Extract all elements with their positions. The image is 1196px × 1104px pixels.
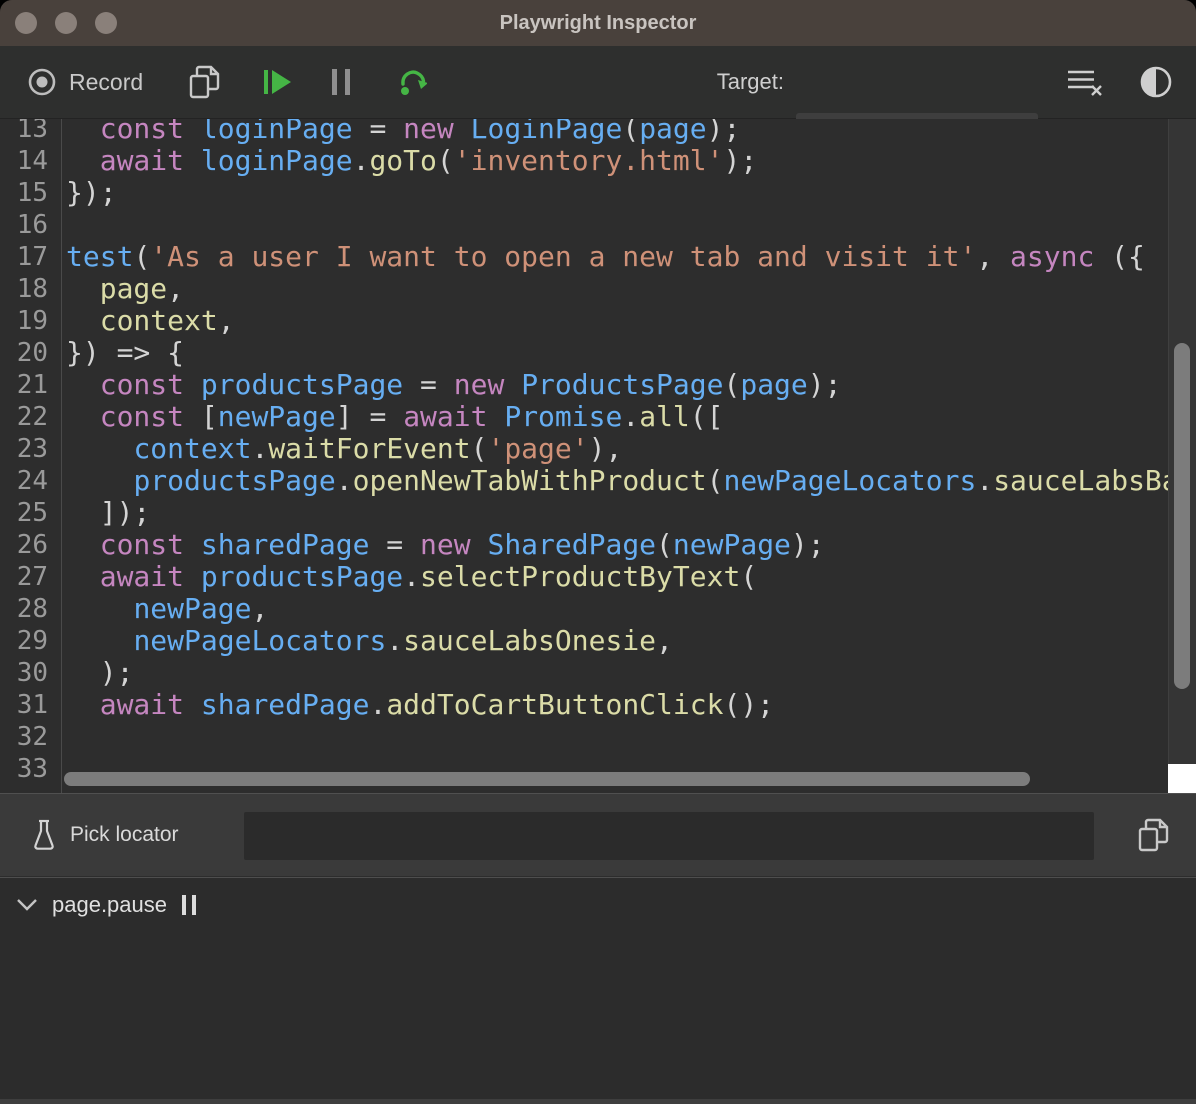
current-call-label: page.pause: [52, 892, 167, 918]
resume-play-icon: [262, 68, 292, 96]
chevron-down-icon[interactable]: [16, 898, 38, 912]
paused-state-icon: [181, 894, 197, 916]
code-line: context,: [66, 305, 1168, 337]
code-line: });: [66, 177, 1168, 209]
horizontal-scrollbar-thumb[interactable]: [64, 772, 1030, 786]
vertical-scrollbar-thumb[interactable]: [1174, 343, 1190, 689]
record-label: Record: [69, 69, 143, 96]
pick-locator-label: Pick locator: [70, 823, 179, 847]
line-number: 28: [0, 593, 61, 625]
line-number: 17: [0, 241, 61, 273]
copy-icon: [187, 64, 221, 100]
horizontal-scrollbar[interactable]: [64, 771, 1168, 787]
line-number: 24: [0, 465, 61, 497]
code-line: ]);: [66, 497, 1168, 529]
resume-button[interactable]: [262, 68, 292, 96]
vertical-scrollbar[interactable]: [1168, 119, 1196, 764]
locator-toolbar: Pick locator: [0, 793, 1196, 876]
toolbar: Record: [0, 46, 1196, 119]
locator-input[interactable]: [244, 812, 1094, 860]
line-number: 22: [0, 401, 61, 433]
copy-locator-button[interactable]: [1136, 817, 1170, 853]
line-number: 33: [0, 753, 61, 785]
step-over-icon: [397, 67, 427, 97]
record-button[interactable]: Record: [27, 67, 143, 97]
code-line: await productsPage.selectProductByText(: [66, 561, 1168, 593]
pick-locator-button[interactable]: Pick locator: [33, 819, 179, 851]
line-number: 21: [0, 369, 61, 401]
code-line: page,: [66, 273, 1168, 305]
line-number: 15: [0, 177, 61, 209]
code-line: }) => {: [66, 337, 1168, 369]
line-number: 20: [0, 337, 61, 369]
code-line: const loginPage = new LoginPage(page);: [66, 119, 1168, 145]
step-over-button[interactable]: [397, 67, 427, 97]
contrast-icon: [1139, 65, 1173, 99]
window-title: Playwright Inspector: [500, 12, 697, 35]
code-line: await sharedPage.addToCartButtonClick();: [66, 689, 1168, 721]
code-line: const productsPage = new ProductsPage(pa…: [66, 369, 1168, 401]
code-line: newPageLocators.sauceLabsOnesie,: [66, 625, 1168, 657]
code-line: context.waitForEvent('page'),: [66, 433, 1168, 465]
line-number: 31: [0, 689, 61, 721]
line-number: 23: [0, 433, 61, 465]
code-line: newPage,: [66, 593, 1168, 625]
code-line: [66, 721, 1168, 753]
line-number: 29: [0, 625, 61, 657]
call-log-entry: page.pause: [0, 878, 1196, 918]
code-lines: const loginPage = new LoginPage(page); a…: [66, 119, 1168, 785]
line-number: 13: [0, 119, 61, 145]
playwright-inspector-window: Playwright Inspector Record: [0, 0, 1196, 1104]
record-icon: [27, 67, 57, 97]
line-number: 27: [0, 561, 61, 593]
pick-locator-flask-icon: [33, 819, 55, 851]
line-number: 19: [0, 305, 61, 337]
line-number: 16: [0, 209, 61, 241]
call-log-panel: page.pause: [0, 877, 1196, 1104]
traffic-lights: [0, 0, 117, 46]
line-number: 25: [0, 497, 61, 529]
copy-icon: [1136, 817, 1170, 853]
minimize-window-button[interactable]: [55, 12, 77, 34]
line-number: 18: [0, 273, 61, 305]
target-label: Target:: [717, 69, 784, 95]
code-line: const sharedPage = new SharedPage(newPag…: [66, 529, 1168, 561]
copy-source-button[interactable]: [187, 64, 221, 100]
clear-log-button[interactable]: [1066, 67, 1104, 97]
line-number: 30: [0, 657, 61, 689]
code-line: );: [66, 657, 1168, 689]
code-line: [66, 209, 1168, 241]
line-number: 14: [0, 145, 61, 177]
zoom-window-button[interactable]: [95, 12, 117, 34]
theme-contrast-toggle[interactable]: [1139, 65, 1173, 99]
pause-icon: [330, 68, 352, 96]
close-window-button[interactable]: [15, 12, 37, 34]
clear-log-icon: [1066, 67, 1104, 97]
line-number: 32: [0, 721, 61, 753]
source-code-area[interactable]: 1314151617181920212223242526272829303132…: [0, 119, 1196, 793]
pause-button[interactable]: [330, 68, 352, 96]
code-line: productsPage.openNewTabWithProduct(newPa…: [66, 465, 1168, 497]
titlebar: Playwright Inspector: [0, 0, 1196, 47]
code-line: const [newPage] = await Promise.all([: [66, 401, 1168, 433]
scrollbar-corner: [1168, 764, 1196, 793]
line-number: 26: [0, 529, 61, 561]
window-bottom-edge: [0, 1099, 1196, 1104]
code-line: await loginPage.goTo('inventory.html');: [66, 145, 1168, 177]
code-line: test('As a user I want to open a new tab…: [66, 241, 1168, 273]
line-number-gutter: 1314151617181920212223242526272829303132…: [0, 119, 62, 793]
